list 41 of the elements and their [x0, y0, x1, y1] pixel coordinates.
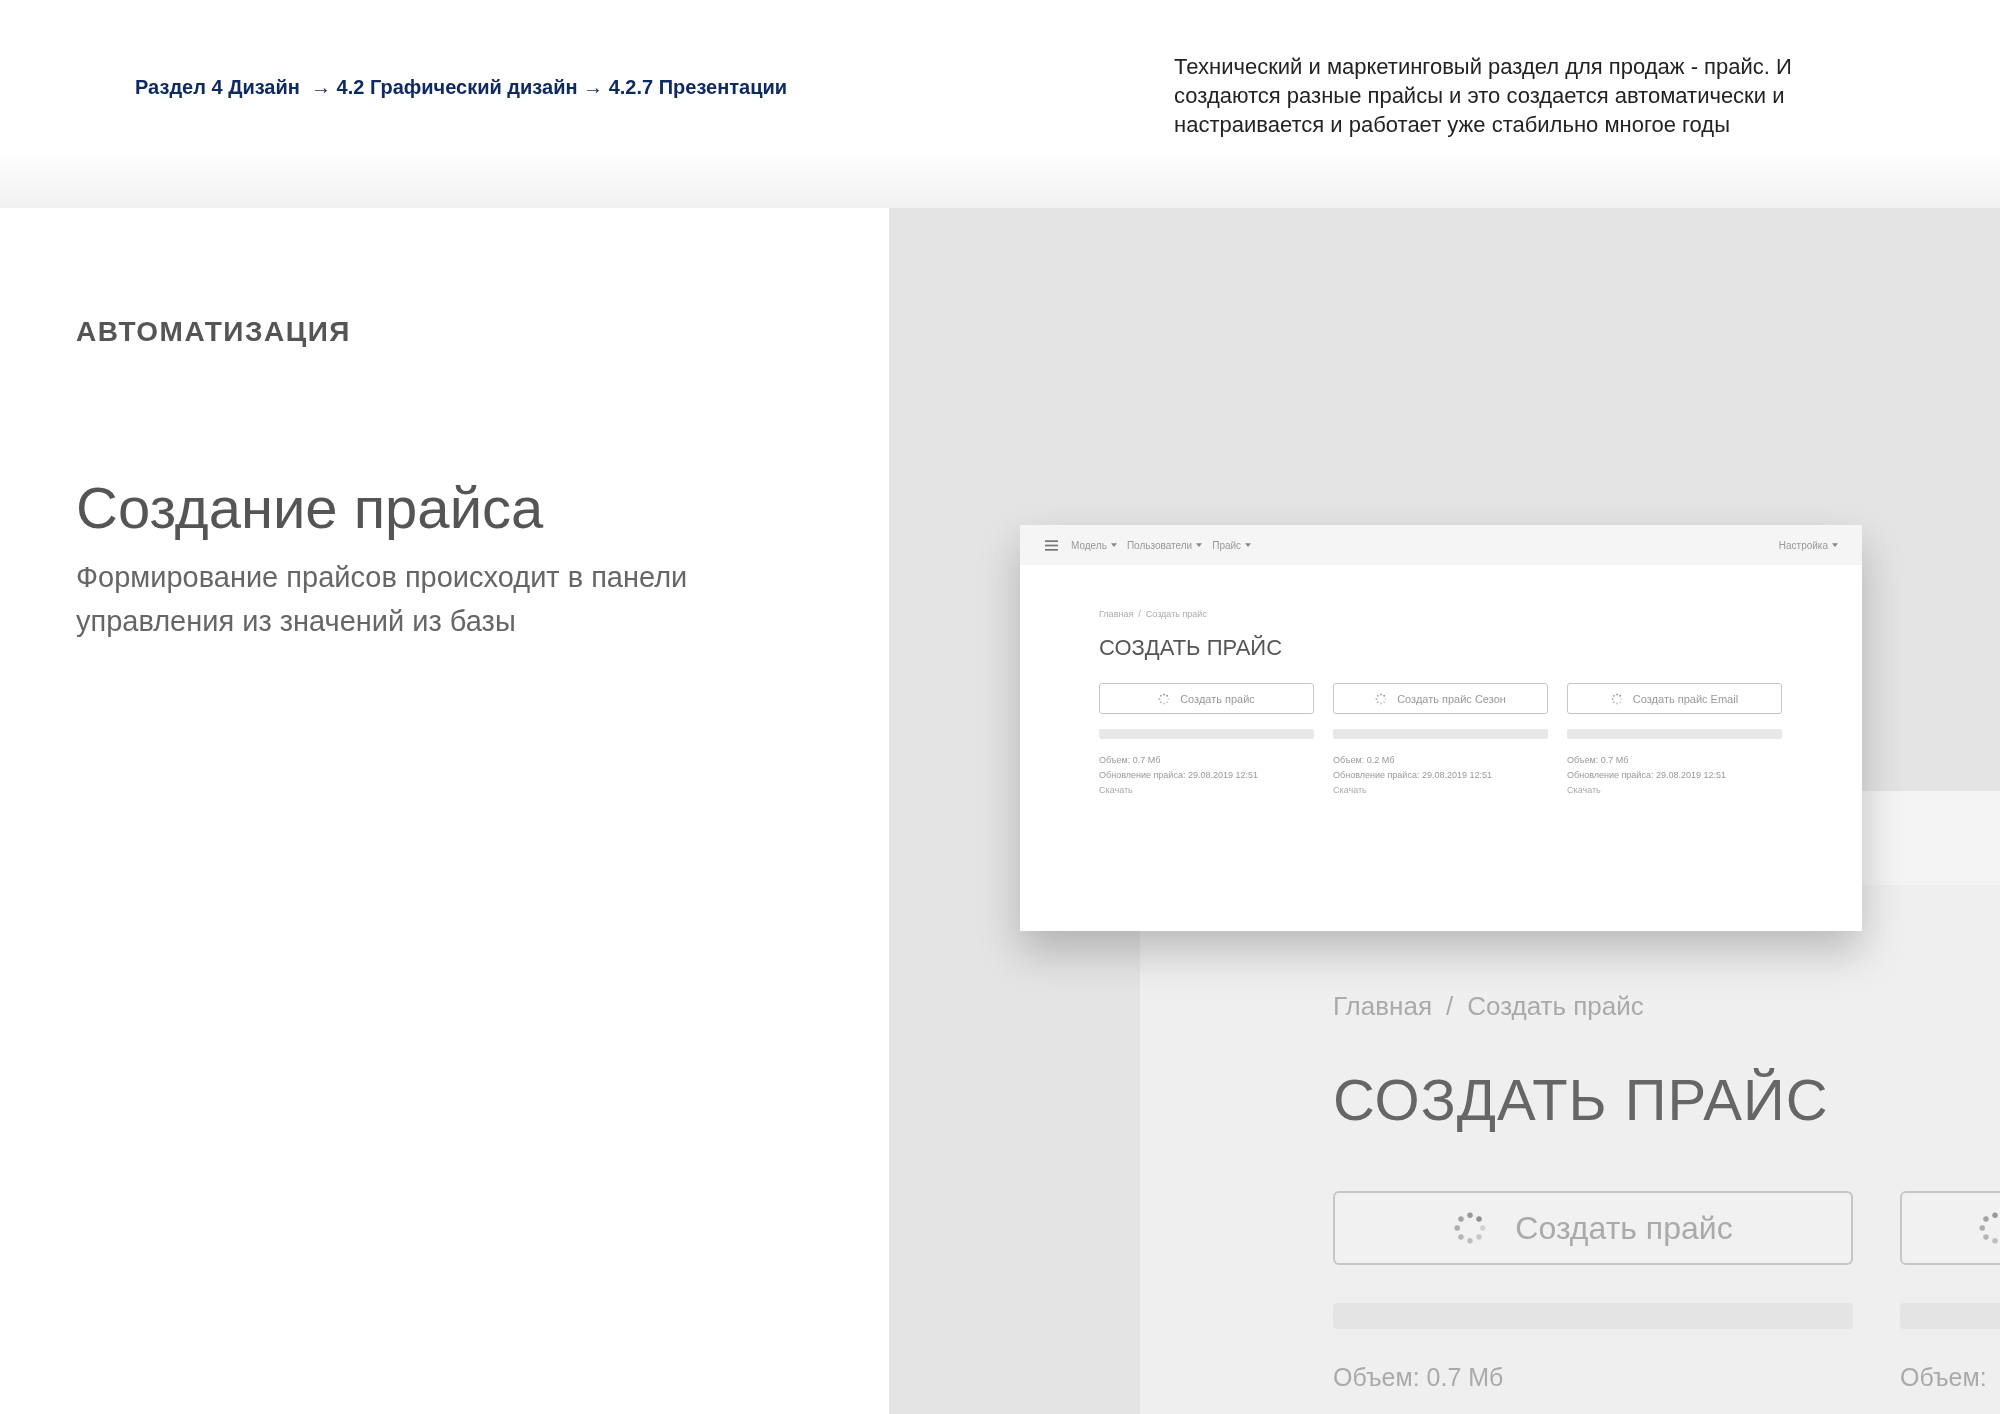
download-link[interactable]: Скачать — [1567, 783, 1782, 798]
breadcrumb-item[interactable]: Главная — [1333, 991, 1432, 1022]
description: Технический и маркетинговый раздел для продаж - прайс. И создаются разные прайсы и это создается автоматически и настраивается и работает уже стабильно многое годы — [1174, 53, 1793, 139]
caret-icon — [1832, 543, 1838, 547]
breadcrumb-link[interactable]: Раздел 4 Дизайн → 4.2 Графический дизайн → 4.2.7 Презентации — [135, 76, 788, 99]
create-button[interactable]: Создать прайс Сезон — [1333, 683, 1548, 714]
menu-item[interactable]: Пользователи — [1126, 539, 1203, 551]
spinner-icon — [1158, 692, 1171, 705]
menu-item[interactable]: Прайс — [1212, 539, 1252, 551]
create-button[interactable]: Создать прайс — [1333, 1191, 1853, 1265]
info-text: Обновление прайса: 29.08.2019 12:51 — [1099, 769, 1259, 782]
section-title: Создание прайса — [76, 474, 545, 541]
breadcrumb-item[interactable]: Создать прайс — [1145, 609, 1207, 619]
breadcrumb-item[interactable]: Создать прайс — [1467, 991, 1644, 1022]
create-button[interactable]: Создать прайс Email — [1567, 683, 1782, 714]
info-text: Объем: 0.7 Мб — [1567, 754, 1630, 767]
info-text: Объем: — [1900, 1363, 1988, 1392]
page-title: СОЗДАТЬ ПРАЙС — [1333, 1066, 1830, 1133]
download-link[interactable]: Скачать — [1333, 783, 1548, 798]
caret-icon — [1110, 543, 1117, 547]
spinner-icon — [1610, 692, 1623, 705]
info-text: Обновление прайса: 29.08.2019 12:51 — [1567, 769, 1727, 782]
page-title: СОЗДАТЬ ПРАЙС — [1099, 635, 1284, 661]
create-button[interactable]: Создать прайс — [1099, 683, 1314, 714]
breadcrumb-item[interactable]: Главная — [1099, 609, 1134, 619]
breadcrumb-separator: / — [1445, 991, 1454, 1022]
info-text: Объем: 0.7 Мб — [1333, 1363, 1505, 1392]
menu-item[interactable]: Модель — [1071, 539, 1117, 551]
spinner-icon — [1375, 692, 1388, 705]
info-text: Объем: 0.2 Мб — [1333, 754, 1396, 767]
menu-icon[interactable] — [1045, 539, 1058, 551]
info-text: Объем: 0.7 Мб — [1099, 754, 1162, 767]
section-label: АВТОМАТИЗАЦИЯ — [76, 316, 352, 348]
settings-menu[interactable]: Настройка — [1778, 539, 1838, 551]
download-link[interactable]: Скачать — [1099, 783, 1314, 798]
breadcrumb-separator: / — [1138, 609, 1141, 619]
info-text: Обновление прайса: 29.08.2019 12:51 — [1333, 769, 1493, 782]
caret-icon — [1245, 543, 1252, 547]
caret-icon — [1196, 543, 1203, 547]
spinner-icon — [1453, 1211, 1488, 1245]
section-text: Формирование прайсов происходит в панели управления из значений из базы — [76, 560, 689, 639]
